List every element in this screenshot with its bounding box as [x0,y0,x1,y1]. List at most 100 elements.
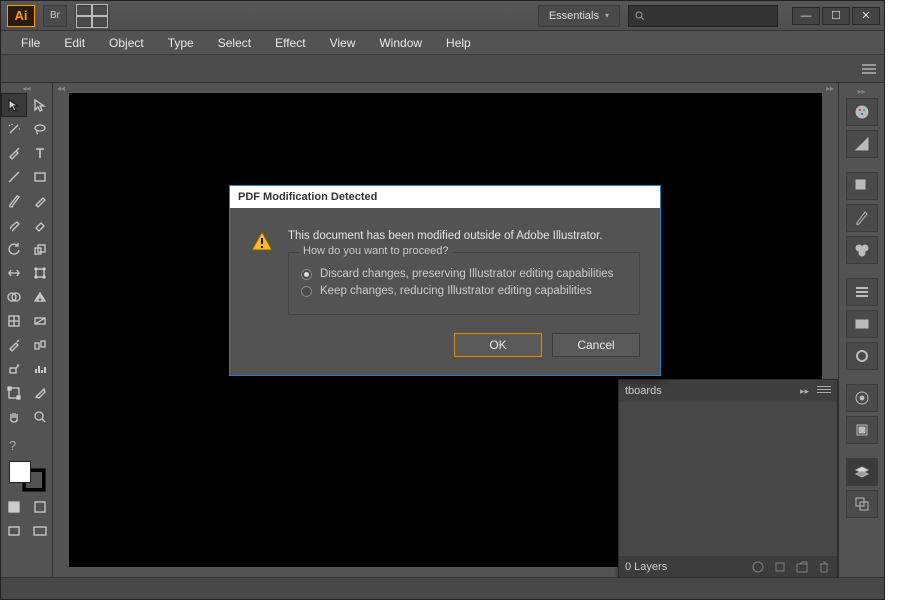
menubar: File Edit Object Type Select Effect View… [1,31,884,55]
close-button[interactable]: ✕ [852,7,880,25]
group-legend: How do you want to proceed? [299,245,453,257]
artboards-list[interactable] [619,402,837,556]
dialog-title: PDF Modification Detected [230,186,660,208]
paintbrush-tool[interactable] [1,189,27,213]
window-controls: — ☐ ✕ [792,7,880,25]
radio-icon [301,269,312,280]
free-transform-tool[interactable] [27,261,53,285]
minimize-button[interactable]: — [792,7,820,25]
artboards-panel-button[interactable] [846,490,878,518]
radio-icon [301,286,312,297]
brushes-panel-button[interactable] [846,204,878,232]
artboard-tool[interactable] [1,381,27,405]
slice-tool[interactable] [27,381,53,405]
blend-tool[interactable] [27,333,53,357]
transparency-panel-button[interactable] [846,342,878,370]
cancel-button[interactable]: Cancel [552,333,640,357]
menu-edit[interactable]: Edit [54,33,95,53]
appearance-panel-button[interactable] [846,384,878,412]
app-logo-icon: Ai [7,5,35,27]
pen-tool[interactable] [1,141,27,165]
option-discard[interactable]: Discard changes, preserving Illustrator … [301,268,627,280]
magic-wand-tool[interactable] [1,117,27,141]
option-keep[interactable]: Keep changes, reducing Illustrator editi… [301,285,627,297]
selection-tool[interactable] [1,93,27,117]
menu-window[interactable]: Window [369,33,432,53]
color-panel-button[interactable] [846,98,878,126]
dock-collapse-icon[interactable]: ▸▸ [857,87,865,96]
menu-help[interactable]: Help [436,33,481,53]
color-guide-button[interactable] [846,130,878,158]
layers-panel-button[interactable] [846,458,878,486]
bridge-button[interactable]: Br [43,5,67,27]
type-tool[interactable] [27,141,53,165]
arrange-documents-button[interactable] [75,5,109,27]
search-icon [635,11,645,21]
zoom-tool[interactable] [27,405,53,429]
line-tool[interactable] [1,165,27,189]
gradient-panel-button[interactable] [846,310,878,338]
hand-tool[interactable] [1,405,27,429]
panel-prev-icon[interactable]: ▸▸ [800,386,809,397]
menu-type[interactable]: Type [158,33,204,53]
help-tool[interactable]: ? [1,433,53,457]
search-input[interactable] [628,5,778,27]
artboards-panel: tboards ▸▸ 0 Layers [618,379,838,579]
screen-mode-cycle-button[interactable] [27,519,53,543]
menu-select[interactable]: Select [208,33,261,53]
panel-footer: 0 Layers [619,556,837,578]
mesh-tool[interactable] [1,309,27,333]
eyedropper-tool[interactable] [1,333,27,357]
left-collapse-icon[interactable]: ◂◂ [53,83,69,577]
draw-mode-button[interactable] [27,495,53,519]
width-tool[interactable] [1,261,27,285]
new-sublayer-icon[interactable] [773,560,787,574]
control-bar [1,55,884,83]
symbol-sprayer-tool[interactable] [1,357,27,381]
rotate-tool[interactable] [1,237,27,261]
direct-selection-tool[interactable] [27,93,53,117]
dialog-message: This document has been modified outside … [288,230,640,242]
new-layer-icon[interactable] [795,560,809,574]
delete-icon[interactable] [817,560,831,574]
symbols-panel-button[interactable] [846,236,878,264]
option-keep-label: Keep changes, reducing Illustrator editi… [320,285,592,297]
perspective-grid-tool[interactable] [27,285,53,309]
graphic-styles-button[interactable] [846,416,878,444]
blob-brush-tool[interactable] [1,213,27,237]
gradient-tool[interactable] [27,309,53,333]
status-bar [1,577,884,599]
panel-menu-icon[interactable] [817,386,831,396]
fill-swatch-icon [9,461,31,483]
lasso-tool[interactable] [27,117,53,141]
locate-icon[interactable] [751,560,765,574]
swatches-panel-button[interactable] [846,172,878,200]
screen-mode-button[interactable] [1,519,27,543]
scale-tool[interactable] [27,237,53,261]
menu-object[interactable]: Object [99,33,154,53]
fill-stroke-swatch[interactable] [9,461,45,491]
ok-button[interactable]: OK [454,333,542,357]
shape-builder-tool[interactable] [1,285,27,309]
option-discard-label: Discard changes, preserving Illustrator … [320,268,613,280]
maximize-button[interactable]: ☐ [822,7,850,25]
menu-effect[interactable]: Effect [265,33,315,53]
tools-panel: ◂◂ [1,83,53,577]
pencil-tool[interactable] [27,189,53,213]
menu-file[interactable]: File [11,33,50,53]
rectangle-tool[interactable] [27,165,53,189]
column-graph-tool[interactable] [27,357,53,381]
panel-collapse-icon[interactable]: ◂◂ [1,83,52,93]
control-menu-icon[interactable] [862,64,876,74]
artboards-tab[interactable]: tboards [625,385,662,397]
stroke-panel-button[interactable] [846,278,878,306]
color-mode-button[interactable] [1,495,27,519]
titlebar: Ai Br Essentials — ☐ ✕ [1,1,884,31]
layer-count-label: 0 Layers [625,561,667,573]
workspace-label: Essentials [549,10,599,22]
pdf-modification-dialog: PDF Modification Detected This document … [229,185,661,376]
workspace-switcher[interactable]: Essentials [538,5,620,27]
eraser-tool[interactable] [27,213,53,237]
menu-view[interactable]: View [320,33,366,53]
right-dock: ▸▸ [838,83,884,577]
